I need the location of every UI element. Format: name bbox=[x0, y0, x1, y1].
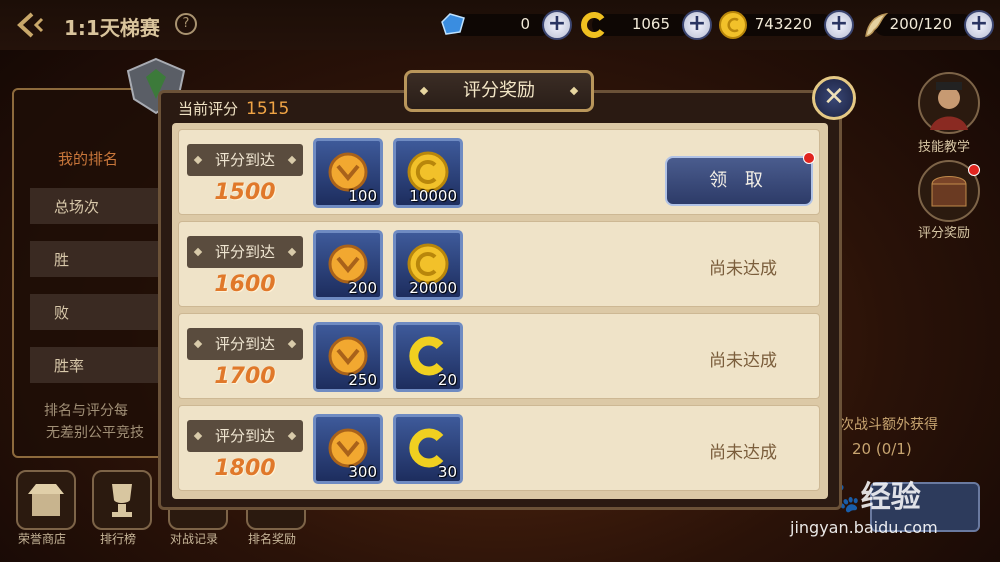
reward-count: 200 bbox=[348, 279, 377, 297]
reward-item[interactable]: 250 bbox=[313, 322, 383, 392]
status-text: 尚未达成 bbox=[709, 259, 777, 279]
reward-row: 评分到达 1500 100 10000 领 取 bbox=[178, 129, 820, 215]
reward-count: 20000 bbox=[409, 279, 457, 297]
reward-count: 250 bbox=[348, 371, 377, 389]
stat-lose: 败 bbox=[30, 294, 170, 330]
target-score: 1600 bbox=[214, 272, 276, 297]
stat-total: 总场次 bbox=[30, 188, 170, 224]
watermark-url: jingyan.baidu.com bbox=[790, 518, 938, 537]
gold-coin-icon bbox=[719, 11, 747, 39]
reward-count: 30 bbox=[437, 463, 457, 481]
reach-badge: 评分到达 bbox=[187, 420, 303, 452]
reward-item[interactable]: 20 bbox=[393, 322, 463, 392]
honor-shop-label: 荣誉商店 bbox=[18, 532, 67, 546]
reward-item[interactable]: 30 bbox=[393, 414, 463, 484]
add-c-coin-button[interactable]: + bbox=[682, 10, 712, 40]
stat-win: 胜 bbox=[30, 241, 170, 277]
reward-count: 10000 bbox=[409, 187, 457, 205]
skill-tutorial-label: 技能教学 bbox=[918, 140, 971, 155]
c-coin-icon bbox=[581, 12, 605, 38]
reward-item[interactable]: 100 bbox=[313, 138, 383, 208]
add-gold-button[interactable]: + bbox=[824, 10, 854, 40]
reward-row: 评分到达 1800 300 30 尚未达成 bbox=[178, 405, 820, 491]
reach-badge: 评分到达 bbox=[187, 236, 303, 268]
top-bar: 1:1天梯赛 ? 0 + 1065 + 743220 + 200/120 + bbox=[0, 0, 1000, 50]
reward-row: 评分到达 1700 250 20 尚未达成 bbox=[178, 313, 820, 399]
status-text: 尚未达成 bbox=[709, 351, 777, 371]
reward-row: 评分到达 1600 200 20000 尚未达成 bbox=[178, 221, 820, 307]
reward-count: 300 bbox=[348, 463, 377, 481]
resource-diamond: 0 + bbox=[438, 10, 572, 40]
reward-count: 20 bbox=[437, 371, 457, 389]
claim-button[interactable]: 领 取 bbox=[665, 152, 815, 206]
skill-tutorial-button[interactable] bbox=[918, 72, 980, 134]
reward-list: 评分到达 1500 100 10000 领 取 评分到达 1600 200 20… bbox=[172, 123, 828, 499]
notification-dot bbox=[968, 164, 980, 176]
leaderboard-button[interactable] bbox=[92, 470, 152, 530]
status-text: 尚未达成 bbox=[709, 443, 777, 463]
reach-badge: 评分到达 bbox=[187, 144, 303, 176]
rank-reward-label: 排名奖励 bbox=[248, 532, 297, 546]
resource-stamina: 200/120 + bbox=[860, 10, 994, 40]
back-button[interactable] bbox=[14, 10, 48, 40]
add-stamina-button[interactable]: + bbox=[964, 10, 994, 40]
character-avatar-icon bbox=[930, 82, 968, 130]
resource-gold: 743220 + bbox=[718, 10, 854, 40]
back-arrow-icon bbox=[17, 12, 44, 38]
score-reward-button[interactable] bbox=[918, 160, 980, 222]
extra-reward-text: 次战斗额外获得 bbox=[840, 417, 938, 433]
extra-reward-count: 20 (0/1) bbox=[852, 440, 912, 458]
current-score-label: 当前评分 bbox=[178, 100, 239, 118]
ranking-title: 我的排名 bbox=[58, 150, 119, 168]
leaderboard-label: 排行榜 bbox=[100, 532, 137, 546]
wing-icon bbox=[865, 12, 889, 37]
reward-count: 100 bbox=[348, 187, 377, 205]
current-score-value: 1515 bbox=[246, 99, 290, 119]
reach-badge: 评分到达 bbox=[187, 328, 303, 360]
reward-item[interactable]: 20000 bbox=[393, 230, 463, 300]
notification-dot bbox=[803, 152, 815, 164]
honor-shop-button[interactable] bbox=[16, 470, 76, 530]
diamond-icon bbox=[441, 13, 465, 35]
resource-c-coin: 1065 + bbox=[578, 10, 712, 40]
reward-item[interactable]: 200 bbox=[313, 230, 383, 300]
current-score: 当前评分 1515 bbox=[178, 98, 289, 119]
target-score: 1800 bbox=[214, 456, 276, 481]
trophy-icon bbox=[112, 484, 132, 517]
dialog-title-tab: 评分奖励 bbox=[404, 70, 594, 112]
target-score: 1700 bbox=[214, 364, 276, 389]
dialog-title: 评分奖励 bbox=[463, 80, 535, 101]
battle-record-label: 对战记录 bbox=[170, 532, 219, 546]
shop-icon bbox=[28, 484, 64, 516]
close-button[interactable]: ✕ bbox=[812, 76, 856, 120]
help-button[interactable]: ? bbox=[175, 13, 197, 35]
reward-item[interactable]: 10000 bbox=[393, 138, 463, 208]
ranking-note-2: 无差别公平竞技 bbox=[46, 425, 144, 441]
ranking-panel: 我的排名 总场次 胜 败 胜率 排名与评分每 无差别公平竞技 bbox=[12, 88, 172, 458]
add-diamond-button[interactable]: + bbox=[542, 10, 572, 40]
page-title: 1:1天梯赛 bbox=[64, 16, 160, 40]
score-reward-label: 评分奖励 bbox=[918, 226, 971, 241]
reward-item[interactable]: 300 bbox=[313, 414, 383, 484]
target-score: 1500 bbox=[214, 180, 276, 205]
ranking-note-1: 排名与评分每 bbox=[44, 403, 128, 419]
stat-winrate: 胜率 bbox=[30, 347, 170, 383]
